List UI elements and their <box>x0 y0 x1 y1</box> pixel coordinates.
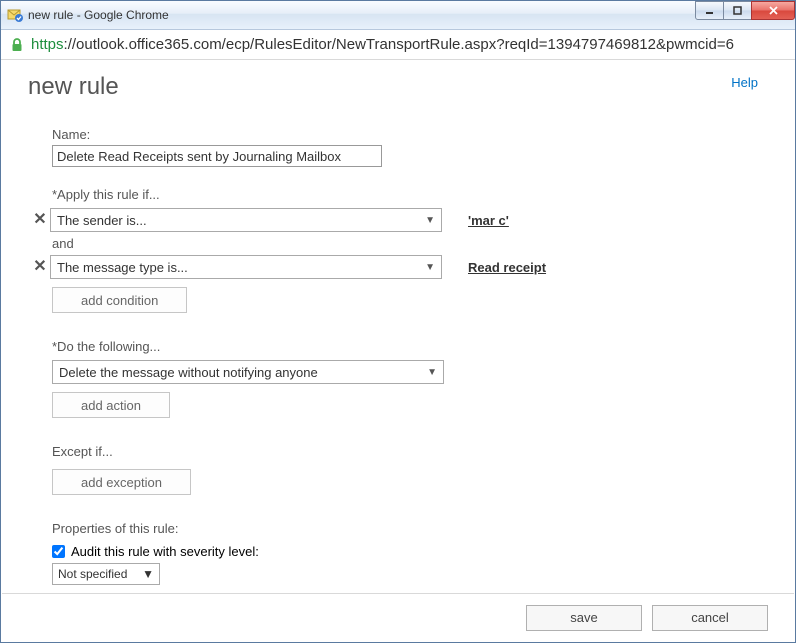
condition-dropdown-msgtype[interactable]: The message type is... ▼ <box>50 255 442 279</box>
remove-condition-icon[interactable]: ✕ <box>32 259 48 275</box>
remove-condition-icon[interactable]: ✕ <box>32 212 48 228</box>
window-titlebar: new rule - Google Chrome <box>1 1 795 30</box>
properties-heading: Properties of this rule: <box>52 521 766 536</box>
add-exception-button[interactable]: add exception <box>52 469 191 495</box>
condition-dropdown-sender[interactable]: The sender is... ▼ <box>50 208 442 232</box>
page-title: new rule <box>28 73 768 101</box>
maximize-button[interactable] <box>723 1 752 20</box>
address-bar: https://outlook.office365.com/ecp/RulesE… <box>1 30 795 60</box>
audit-checkbox[interactable] <box>52 545 65 558</box>
severity-dropdown[interactable]: Not specified ▼ <box>52 563 160 585</box>
chevron-down-icon: ▼ <box>425 262 435 273</box>
lock-icon <box>9 37 25 53</box>
add-action-button[interactable]: add action <box>52 392 170 418</box>
form-scroll-region[interactable]: Name: *Apply this rule if... ✕ The sende… <box>28 127 784 592</box>
action-dropdown[interactable]: Delete the message without notifying any… <box>52 360 444 384</box>
help-link[interactable]: Help <box>731 75 758 90</box>
except-if-heading: Except if... <box>52 444 766 459</box>
url-text[interactable]: https://outlook.office365.com/ecp/RulesE… <box>31 36 734 53</box>
window-title: new rule - Google Chrome <box>28 8 169 22</box>
audit-label: Audit this rule with severity level: <box>71 544 259 559</box>
do-following-heading: *Do the following... <box>52 339 766 354</box>
close-button[interactable] <box>751 1 795 20</box>
dropdown-label: Not specified <box>58 567 127 581</box>
dropdown-label: The message type is... <box>57 260 188 275</box>
apply-if-heading: *Apply this rule if... <box>52 187 766 202</box>
dropdown-label: Delete the message without notifying any… <box>59 365 318 380</box>
chevron-down-icon: ▼ <box>425 215 435 226</box>
dialog-footer: save cancel <box>2 593 794 641</box>
dropdown-label: The sender is... <box>57 213 147 228</box>
app-favicon <box>7 7 23 23</box>
name-label: Name: <box>52 127 766 142</box>
and-label: and <box>52 236 766 251</box>
save-button[interactable]: save <box>526 605 642 631</box>
add-condition-button[interactable]: add condition <box>52 287 187 313</box>
minimize-button[interactable] <box>695 1 724 20</box>
chevron-down-icon: ▼ <box>427 367 437 378</box>
window-controls <box>696 1 795 20</box>
condition-value-msgtype[interactable]: Read receipt <box>468 260 546 275</box>
cancel-button[interactable]: cancel <box>652 605 768 631</box>
condition-value-sender[interactable]: 'mar c' <box>468 213 509 228</box>
chevron-down-icon: ▼ <box>142 567 154 581</box>
name-input[interactable] <box>52 145 382 167</box>
